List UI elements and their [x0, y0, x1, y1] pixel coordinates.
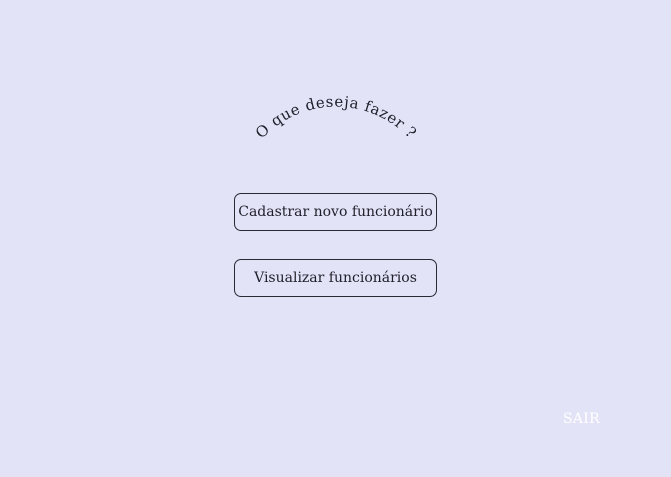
- register-employee-button[interactable]: Cadastrar novo funcionário: [234, 193, 437, 231]
- page-title-text: O que deseja fazer ?: [252, 93, 420, 142]
- view-employees-button[interactable]: Visualizar funcionários: [234, 259, 437, 297]
- page-title: O que deseja fazer ?: [252, 93, 420, 142]
- exit-link[interactable]: SAIR: [563, 411, 600, 427]
- page-title-arc: O que deseja fazer ?: [252, 93, 420, 142]
